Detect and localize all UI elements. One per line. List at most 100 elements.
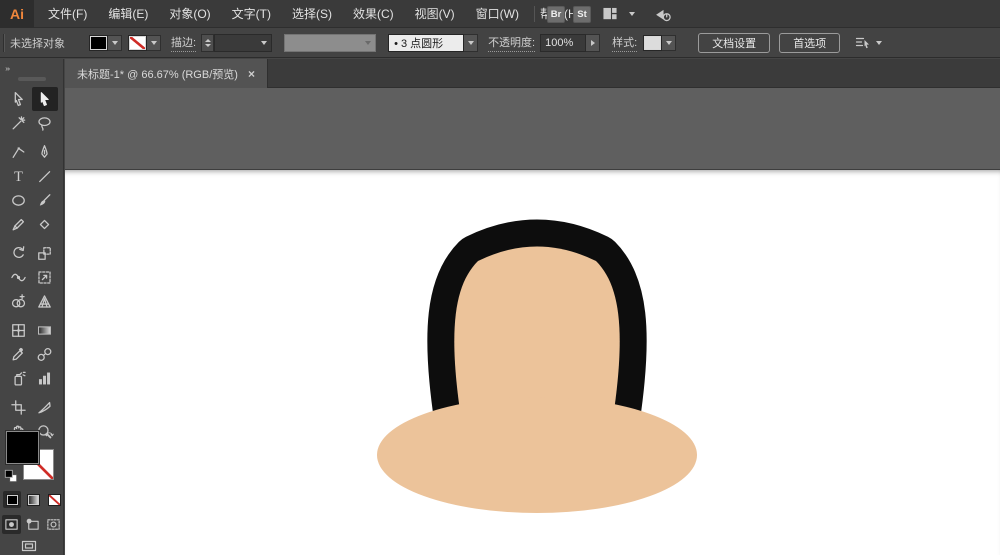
gradient-button[interactable]	[24, 491, 42, 508]
style-dropdown[interactable]	[662, 35, 676, 51]
selection-tool[interactable]	[6, 87, 32, 111]
column-graph-tool[interactable]	[32, 366, 58, 390]
document-tab[interactable]: 未标题-1* @ 66.67% (RGB/预览) ×	[65, 59, 268, 88]
type-tool[interactable]: T	[6, 164, 32, 188]
menu-item-S[interactable]: 选择(S)	[292, 5, 332, 22]
canvas-pasteboard[interactable]	[65, 88, 1000, 555]
color-mode-buttons	[3, 491, 63, 508]
line-icon	[36, 168, 53, 185]
slice-icon	[36, 399, 53, 416]
slice-tool[interactable]	[32, 395, 58, 419]
style-swatch[interactable]	[643, 35, 662, 51]
brush-definition-select[interactable]: • 3 点圆形	[388, 34, 464, 52]
announcements-icon[interactable]	[651, 6, 675, 23]
menu-item-E[interactable]: 编辑(E)	[108, 5, 148, 22]
ellipse-tool[interactable]	[6, 188, 32, 212]
eyedropper-tool[interactable]	[6, 342, 32, 366]
magic-wand-tool[interactable]	[6, 111, 32, 135]
head-shape[interactable]	[454, 247, 619, 419]
none-button[interactable]	[45, 491, 63, 508]
document-area: 未标题-1* @ 66.67% (RGB/预览) ×	[65, 59, 1000, 555]
paintbrush-tool[interactable]	[32, 188, 58, 212]
fill-indicator[interactable]	[6, 431, 39, 464]
scale-icon	[36, 245, 53, 262]
column-graph-icon	[36, 370, 53, 387]
fill-color-swatch[interactable]	[89, 35, 108, 51]
panel-drag-handle[interactable]	[18, 77, 46, 81]
menu-item-T[interactable]: 文字(T)	[232, 5, 271, 22]
stroke-weight-stepper[interactable]	[201, 34, 214, 52]
control-bar-grip[interactable]	[3, 34, 5, 52]
bridge-button[interactable]: Br	[547, 6, 565, 23]
pencil-icon	[10, 216, 27, 233]
pen-tool[interactable]	[32, 140, 58, 164]
opacity-value: 100%	[545, 37, 573, 49]
lasso-tool[interactable]	[32, 111, 58, 135]
body-ellipse-shape[interactable]	[377, 397, 697, 513]
rotate-tool[interactable]	[6, 241, 32, 265]
menu-item-C[interactable]: 效果(C)	[353, 5, 394, 22]
chevron-down-icon[interactable]	[876, 41, 882, 45]
fill-color-dropdown[interactable]	[108, 35, 122, 51]
document-setup-button[interactable]: 文档设置	[698, 33, 770, 53]
shape-builder-tool[interactable]	[6, 289, 32, 313]
collapse-panel-button[interactable]	[4, 62, 14, 70]
pencil-tool[interactable]	[6, 212, 32, 236]
menu-separator	[534, 6, 535, 22]
chevron-down-icon	[112, 41, 118, 45]
width-tool[interactable]	[6, 265, 32, 289]
style-label[interactable]: 样式:	[612, 34, 637, 52]
opacity-expand-button[interactable]	[586, 34, 600, 52]
stroke-weight-select[interactable]	[214, 34, 272, 52]
menu-item-V[interactable]: 视图(V)	[415, 5, 455, 22]
opacity-field[interactable]: 100%	[540, 34, 586, 52]
color-button[interactable]	[3, 491, 21, 508]
stroke-weight-label[interactable]: 描边:	[171, 34, 196, 52]
direct-selection-tool[interactable]	[32, 87, 58, 111]
anchor-point-tool[interactable]	[6, 140, 32, 164]
workspace-switcher-icon[interactable]	[599, 7, 621, 22]
menu-item-O[interactable]: 对象(O)	[169, 5, 210, 22]
chevron-down-icon	[468, 41, 474, 45]
stock-button[interactable]: St	[573, 6, 591, 23]
workspace: T 未标题-1* @ 66.67% (	[0, 59, 1000, 555]
menu-item-W[interactable]: 窗口(W)	[476, 5, 519, 22]
anchor-point-icon	[10, 144, 27, 161]
blend-tool[interactable]	[32, 342, 58, 366]
brush-definition-dropdown[interactable]	[464, 34, 478, 52]
chevron-down-icon	[666, 41, 672, 45]
default-fill-stroke-icon[interactable]	[4, 469, 18, 483]
eyedropper-icon	[10, 346, 27, 363]
scale-tool[interactable]	[32, 241, 58, 265]
type-icon: T	[10, 168, 27, 185]
eraser-tool[interactable]	[32, 212, 58, 236]
paintbrush-icon	[36, 192, 53, 209]
illustrator-window: Ai 文件(F) 编辑(E) 对象(O) 文字(T) 选择(S) 效果(C) 视图(V) 窗口…	[0, 0, 1000, 555]
artboard-tool[interactable]	[6, 395, 32, 419]
line-segment-tool[interactable]	[32, 164, 58, 188]
step-up-icon	[205, 39, 211, 42]
stroke-color-swatch[interactable]	[128, 35, 147, 51]
swap-fill-stroke-icon[interactable]	[44, 429, 57, 442]
arrange-panel-icon[interactable]	[852, 35, 872, 51]
perspective-grid-tool[interactable]	[32, 289, 58, 313]
draw-normal-button[interactable]	[2, 515, 21, 534]
screen-mode-button[interactable]	[18, 538, 40, 554]
menu-item-F[interactable]: 文件(F)	[48, 5, 87, 22]
eraser-icon	[36, 216, 53, 233]
gradient-icon	[36, 322, 53, 339]
free-transform-tool[interactable]	[32, 265, 58, 289]
preferences-button[interactable]: 首选项	[779, 33, 840, 53]
close-icon[interactable]: ×	[248, 68, 255, 80]
gradient-tool[interactable]	[32, 318, 58, 342]
chevron-down-icon[interactable]	[629, 12, 635, 16]
draw-inside-button[interactable]	[44, 515, 63, 534]
stroke-color-dropdown[interactable]	[147, 35, 161, 51]
mesh-tool[interactable]	[6, 318, 32, 342]
opacity-label[interactable]: 不透明度:	[488, 34, 535, 52]
symbol-sprayer-tool[interactable]	[6, 366, 32, 390]
document-tab-bar: 未标题-1* @ 66.67% (RGB/预览) ×	[65, 59, 1000, 88]
draw-behind-button[interactable]	[23, 515, 42, 534]
direct-selection-icon	[36, 91, 53, 108]
app-logo: Ai	[0, 0, 34, 28]
